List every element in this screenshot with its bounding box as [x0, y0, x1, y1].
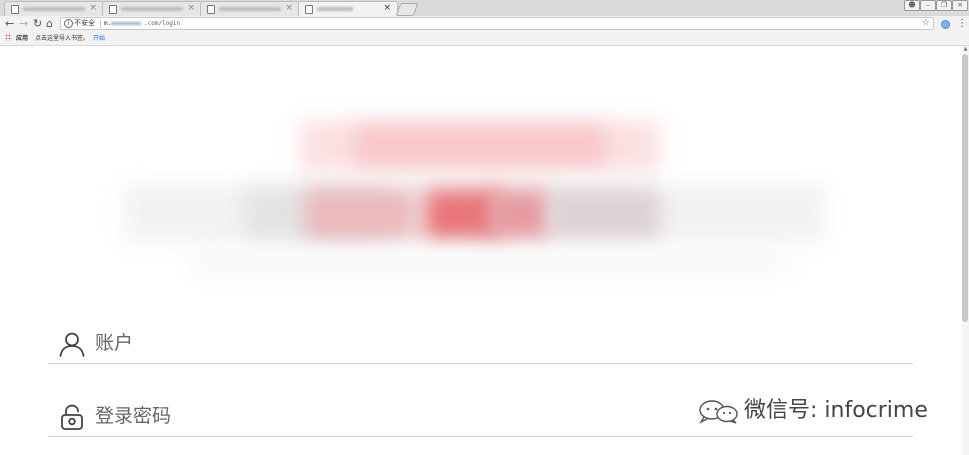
bookmark-start-link[interactable]: 开始	[93, 32, 105, 45]
wechat-icon	[698, 400, 740, 433]
tab-title	[317, 7, 353, 11]
menu-icon[interactable]: ⋮	[957, 17, 967, 30]
bookmarks-bar: 应用 点击这里导入书签。 开始	[0, 32, 969, 46]
url-redacted	[111, 22, 141, 25]
address-bar[interactable]: i 不安全 m. .com/login ☆	[60, 17, 934, 30]
page-icon	[207, 5, 215, 14]
page-icon	[11, 5, 19, 14]
tab-title	[121, 7, 183, 11]
account-field[interactable]: 账户	[48, 323, 913, 364]
watermark-text: 微信号: infocrime	[744, 398, 928, 423]
scrollbar-thumb[interactable]	[962, 54, 968, 322]
browser-toolbar: ← → ↻ ⌂ i 不安全 m. .com/login ☆ ⋮	[0, 16, 969, 32]
close-icon[interactable]: ×	[952, 0, 968, 11]
browser-tab-strip: × × × × ☻ – ❐ ×	[0, 0, 969, 16]
apps-icon[interactable]	[5, 34, 12, 41]
forward-icon[interactable]: →	[19, 17, 28, 31]
star-icon[interactable]: ☆	[922, 18, 930, 29]
extension-icon[interactable]	[941, 20, 950, 29]
browser-tab[interactable]: ×	[200, 1, 300, 16]
security-status[interactable]: 不安全	[74, 18, 95, 29]
bookmark-import-prompt[interactable]: 点击这里导入书签。	[35, 32, 89, 45]
user-icon	[59, 331, 85, 361]
tab-close-icon[interactable]: ×	[89, 3, 97, 14]
restore-icon[interactable]: ❐	[936, 0, 952, 11]
url-suffix: .com/login	[144, 20, 181, 27]
tab-close-icon[interactable]: ×	[383, 3, 391, 14]
bookmark-apps[interactable]: 应用	[16, 32, 28, 45]
page-icon	[305, 5, 313, 14]
unlock-icon	[59, 404, 85, 434]
omnibox-divider	[100, 20, 101, 28]
info-icon[interactable]: i	[64, 19, 73, 28]
new-tab-icon[interactable]	[395, 3, 419, 16]
back-icon[interactable]: ←	[5, 17, 14, 31]
password-label[interactable]: 登录密码	[95, 403, 171, 429]
browser-tab[interactable]: ×	[102, 1, 202, 16]
tab-close-icon[interactable]: ×	[187, 3, 195, 14]
account-label[interactable]: 账户	[95, 330, 133, 356]
browser-tab-active[interactable]: ×	[298, 1, 398, 16]
minimize-icon[interactable]: –	[920, 0, 936, 11]
login-page: 账户 登录密码	[0, 46, 962, 455]
scroll-up-icon[interactable]: ▲	[962, 46, 969, 53]
reload-icon[interactable]: ↻	[33, 17, 42, 31]
page-icon	[109, 5, 117, 14]
home-icon[interactable]: ⌂	[46, 17, 53, 31]
browser-tab[interactable]: ×	[4, 1, 104, 16]
tab-title	[219, 7, 281, 11]
tab-title	[23, 7, 85, 11]
tab-close-icon[interactable]: ×	[285, 3, 293, 14]
user-icon[interactable]: ☻	[904, 0, 920, 11]
